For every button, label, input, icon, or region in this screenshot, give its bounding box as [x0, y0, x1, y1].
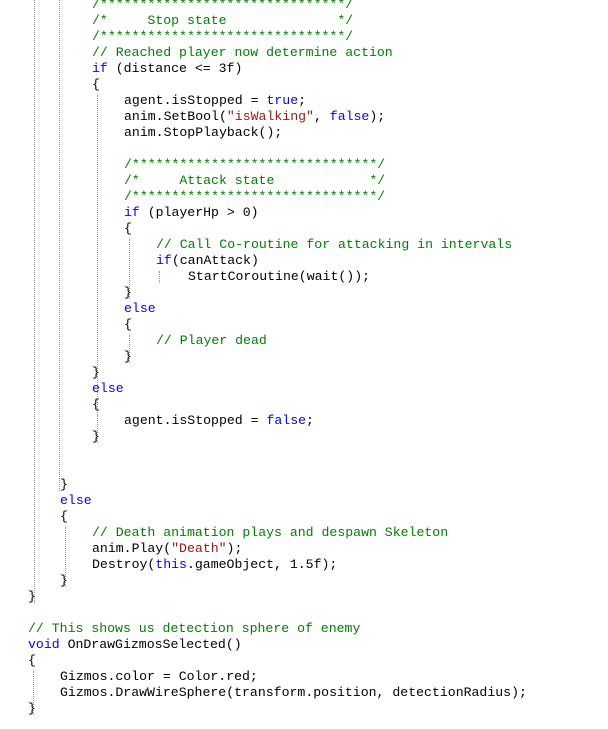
code-line[interactable]: { [60, 509, 68, 525]
code-line[interactable]: } [60, 477, 68, 493]
code-line[interactable]: if(canAttack) [156, 253, 259, 269]
code-line[interactable]: { [124, 317, 132, 333]
code-line[interactable]: } [124, 285, 132, 301]
code-line[interactable]: anim.SetBool("isWalking", false); [124, 109, 385, 125]
code-line[interactable]: { [124, 221, 132, 237]
code-line[interactable]: else [92, 381, 124, 397]
code-comment-line[interactable]: /* Stop state */ [92, 13, 353, 29]
code-line[interactable]: Gizmos.DrawWireSphere(transform.position… [60, 685, 527, 701]
code-line[interactable]: anim.Play("Death"); [92, 541, 242, 557]
indent-guide [59, 0, 60, 491]
code-editor[interactable]: /*******************************//* Stop… [0, 0, 608, 729]
code-line[interactable]: } [92, 429, 100, 445]
code-line[interactable]: void OnDrawGizmosSelected() [28, 637, 242, 653]
code-line[interactable]: anim.StopPlayback(); [124, 125, 282, 141]
code-comment-line[interactable]: /*******************************/ [124, 189, 385, 205]
code-line[interactable]: } [124, 349, 132, 365]
indent-guide [159, 271, 160, 283]
code-line[interactable]: Destroy(this.gameObject, 1.5f); [92, 557, 337, 573]
code-comment-line[interactable]: // Player dead [156, 333, 267, 349]
code-line[interactable]: } [28, 589, 36, 605]
code-line[interactable]: else [60, 493, 92, 509]
code-comment-line[interactable]: // Reached player now determine action [92, 45, 393, 61]
code-comment-line[interactable]: // Call Co-routine for attacking in inte… [156, 237, 512, 253]
code-line[interactable]: StartCoroutine(wait()); [188, 269, 370, 285]
code-line[interactable]: { [92, 77, 100, 93]
code-line[interactable]: if (distance <= 3f) [92, 61, 242, 77]
code-comment-line[interactable]: // This shows us detection sphere of ene… [28, 621, 360, 637]
code-line[interactable]: agent.isStopped = false; [124, 413, 314, 429]
code-comment-line[interactable]: /*******************************/ [92, 0, 353, 13]
code-line[interactable]: { [28, 653, 36, 669]
code-line[interactable]: } [28, 701, 36, 717]
code-line[interactable]: agent.isStopped = true; [124, 93, 306, 109]
code-line[interactable]: } [60, 573, 68, 589]
indent-guide [34, 0, 35, 603]
code-comment-line[interactable]: /*******************************/ [92, 29, 353, 45]
code-line[interactable]: if (playerHp > 0) [124, 205, 259, 221]
code-comment-line[interactable]: // Death animation plays and despawn Ske… [92, 525, 448, 541]
code-comment-line[interactable]: /*******************************/ [124, 157, 385, 173]
code-line[interactable]: } [92, 365, 100, 381]
code-comment-line[interactable]: /* Attack state */ [124, 173, 385, 189]
code-line[interactable]: { [92, 397, 100, 413]
code-line[interactable]: Gizmos.color = Color.red; [60, 669, 258, 685]
code-line[interactable]: else [124, 301, 156, 317]
